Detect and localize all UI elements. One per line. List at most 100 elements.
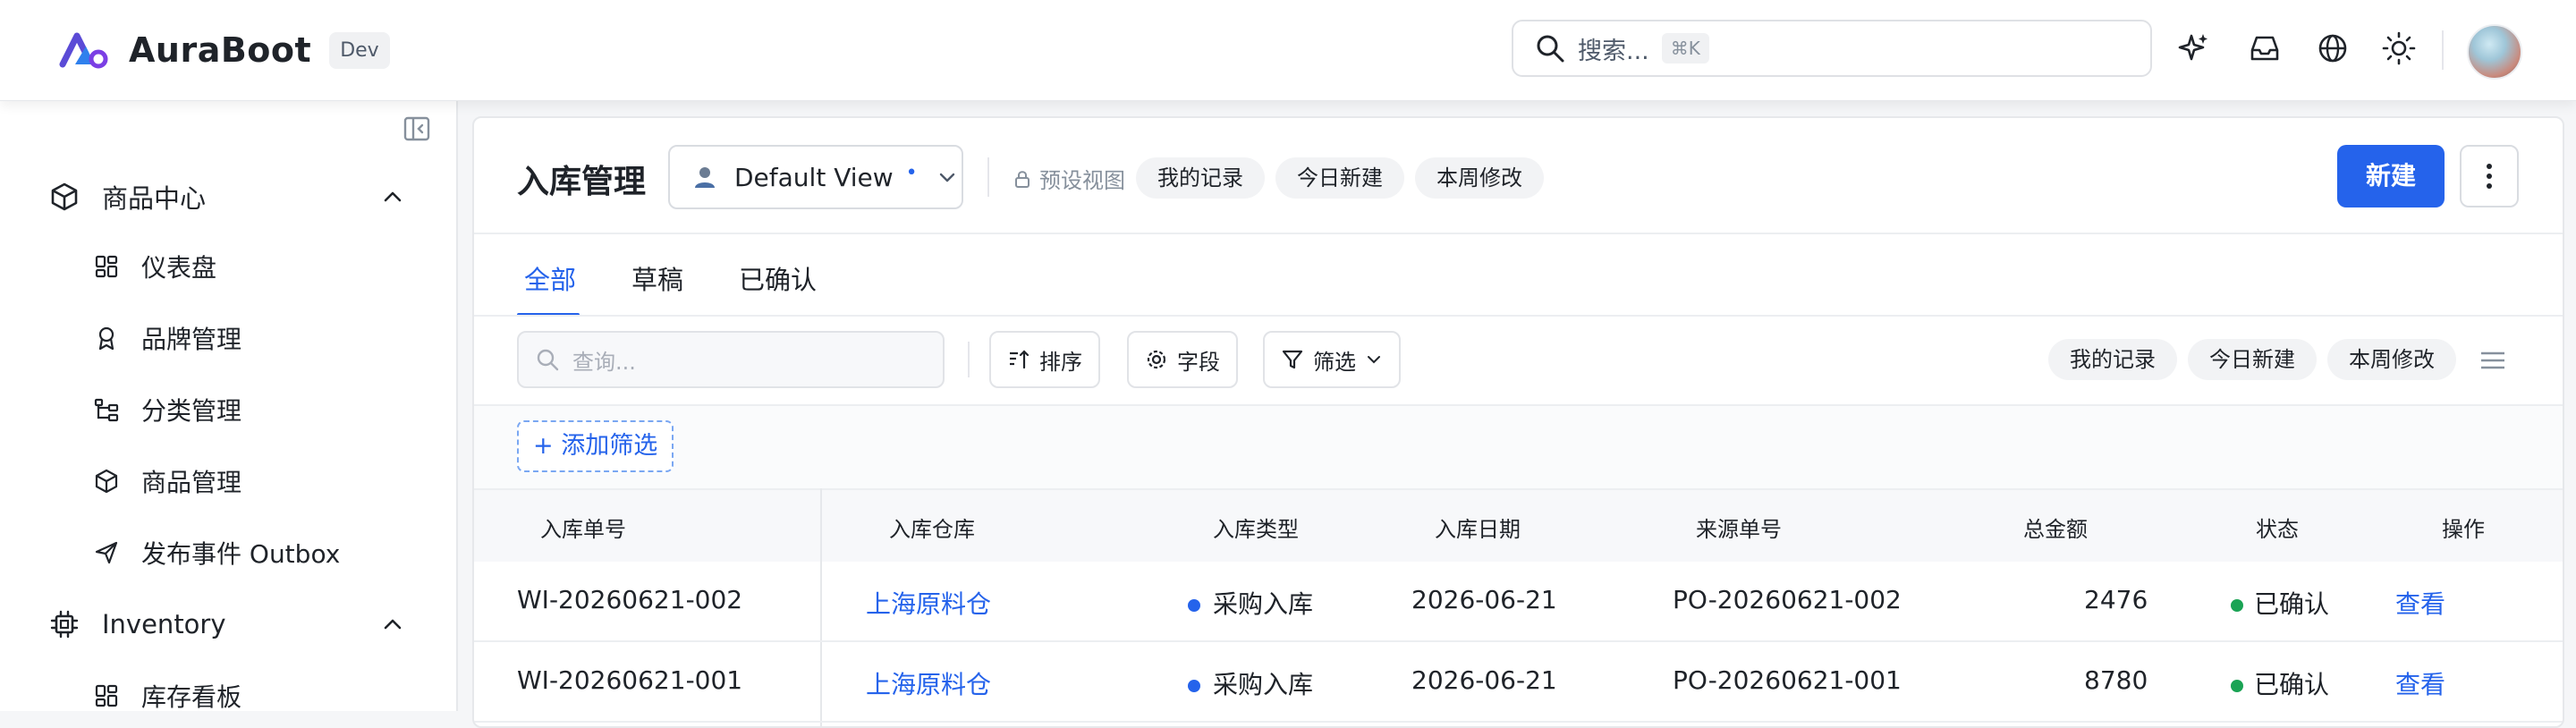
cell-type: 采购入库 xyxy=(1188,665,1313,701)
cube-icon xyxy=(51,182,78,211)
sidebar-item-label: 仪表盘 xyxy=(141,253,217,283)
view-selector-label: Default View xyxy=(734,162,894,192)
header-divider-line xyxy=(474,233,2563,234)
cell-source-no: PO-20260621-001 xyxy=(1673,665,1902,695)
cell-status: 已确认 xyxy=(2231,585,2342,621)
badge-icon xyxy=(98,326,114,351)
column-header[interactable]: 状态 xyxy=(2256,512,2299,543)
cell-warehouse-link[interactable]: 上海原料仓 xyxy=(866,665,991,701)
cell-order-no: WI-20260621-001 xyxy=(517,665,743,695)
cell-date: 2026-06-21 xyxy=(1411,585,1557,614)
sidebar-collapse-icon[interactable] xyxy=(402,114,431,143)
sidebar: 商品中心 仪表盘 品牌管理 分类管理 商品管理 发布事件 Outbox Inve… xyxy=(0,100,458,712)
main-panel: 入库管理 Default View • 预设视图 我的记录 今日新建 本周修改 … xyxy=(472,116,2564,728)
search-icon xyxy=(537,349,559,371)
search-icon xyxy=(1537,35,1564,63)
dashboard-icon xyxy=(95,684,118,707)
preset-views-label: 预设视图 xyxy=(1013,163,1125,194)
global-search-input[interactable]: 搜索... ⌘K xyxy=(1512,20,2152,77)
fields-button[interactable]: 字段 xyxy=(1127,331,1238,388)
chip-icon xyxy=(50,610,79,639)
column-header[interactable]: 操作 xyxy=(2442,512,2485,543)
top-bar: AuraBoot Dev 搜索... ⌘K xyxy=(0,0,2576,101)
toolbar-divider xyxy=(968,342,970,377)
brand[interactable]: AuraBoot Dev xyxy=(59,27,390,73)
cell-status-label: 已确认 xyxy=(2254,589,2330,619)
aura-logo-icon xyxy=(59,32,108,69)
chevron-up-icon[interactable] xyxy=(379,183,406,210)
sidebar-item-label: 分类管理 xyxy=(141,396,242,426)
column-header[interactable]: 入库仓库 xyxy=(889,512,975,543)
tab-confirmed[interactable]: 已确认 xyxy=(739,259,817,297)
tab-draft[interactable]: 草稿 xyxy=(631,259,683,297)
quick-view-week-modified[interactable]: 本周修改 xyxy=(1415,157,1544,199)
column-header[interactable]: 入库单号 xyxy=(540,512,626,543)
cell-order-no: WI-20260621-002 xyxy=(517,585,743,614)
more-vertical-icon xyxy=(2487,164,2492,189)
quick-filter-today-new[interactable]: 今日新建 xyxy=(2188,339,2317,380)
cell-warehouse-link[interactable]: 上海原料仓 xyxy=(866,585,991,621)
add-filter-button[interactable]: + 添加筛选 xyxy=(517,420,674,472)
new-button[interactable]: 新建 xyxy=(2337,145,2445,207)
sidebar-item-product-management[interactable]: 商品管理 xyxy=(93,456,242,506)
sidebar-item-dashboard[interactable]: 仪表盘 xyxy=(93,241,216,292)
query-placeholder: 查询... xyxy=(572,349,636,375)
sort-button[interactable]: 排序 xyxy=(989,331,1100,388)
user-icon xyxy=(695,167,715,188)
filter-button[interactable]: 筛选 xyxy=(1263,331,1401,388)
sidebar-item-label: 库存看板 xyxy=(141,682,242,712)
status-dot xyxy=(2231,599,2243,612)
app-name: AuraBoot xyxy=(129,30,312,70)
chevron-up-icon[interactable] xyxy=(379,611,406,638)
page-title: 入库管理 xyxy=(517,164,647,200)
sort-label: 排序 xyxy=(1039,349,1082,375)
shortcut-badge: ⌘K xyxy=(1661,33,1709,63)
menu-icon[interactable] xyxy=(2479,349,2506,372)
quick-filter-my-records[interactable]: 我的记录 xyxy=(2048,339,2177,380)
view-selector[interactable]: Default View • xyxy=(668,145,963,209)
chevron-down-icon xyxy=(1368,356,1380,364)
sidebar-item-label: 品牌管理 xyxy=(141,325,242,354)
cell-type-label: 采购入库 xyxy=(1213,589,1314,619)
inbox-icon[interactable] xyxy=(2247,30,2283,66)
sparkle-icon[interactable] xyxy=(2175,30,2211,66)
tab-all[interactable]: 全部 xyxy=(524,259,576,297)
cell-source-no: PO-20260621-002 xyxy=(1673,585,1902,614)
search-placeholder: 搜索... xyxy=(1578,37,1649,65)
sidebar-group-label: Inventory xyxy=(102,609,226,639)
sun-icon[interactable] xyxy=(2381,30,2417,66)
tabs-divider-line xyxy=(474,315,2563,317)
view-link[interactable]: 查看 xyxy=(2395,585,2445,621)
globe-icon[interactable] xyxy=(2315,30,2351,66)
filter-icon xyxy=(1282,350,1303,369)
column-header[interactable]: 入库类型 xyxy=(1213,512,1299,543)
sidebar-item-label: 发布事件 Outbox xyxy=(141,539,341,569)
sidebar-item-brand-management[interactable]: 品牌管理 xyxy=(93,313,242,363)
quick-view-today-new[interactable]: 今日新建 xyxy=(1275,157,1404,199)
type-dot xyxy=(1188,599,1200,612)
sidebar-group-inventory[interactable]: Inventory xyxy=(48,597,406,651)
view-modified-dot: • xyxy=(905,161,918,184)
quick-filter-week-modified[interactable]: 本周修改 xyxy=(2327,339,2456,380)
view-link[interactable]: 查看 xyxy=(2395,665,2445,701)
status-dot xyxy=(2231,680,2243,692)
column-header[interactable]: 总金额 xyxy=(2023,512,2088,543)
cube-icon xyxy=(95,469,118,494)
avatar[interactable] xyxy=(2467,24,2522,80)
cell-amount: 8780 xyxy=(2084,665,2148,695)
send-icon xyxy=(95,541,118,564)
sidebar-group-product-center[interactable]: 商品中心 xyxy=(48,170,406,224)
fields-label: 字段 xyxy=(1177,349,1220,375)
sidebar-item-category-management[interactable]: 分类管理 xyxy=(93,385,242,435)
env-badge: Dev xyxy=(329,31,390,69)
query-input[interactable]: 查询... xyxy=(517,331,945,388)
column-header[interactable]: 入库日期 xyxy=(1435,512,1521,543)
more-actions-button[interactable] xyxy=(2460,145,2519,207)
sidebar-item-inventory-board[interactable]: 库存看板 xyxy=(93,671,242,721)
cell-type: 采购入库 xyxy=(1188,585,1313,621)
header-divider xyxy=(2442,30,2444,70)
sidebar-item-outbox[interactable]: 发布事件 Outbox xyxy=(93,528,340,578)
quick-view-my-records[interactable]: 我的记录 xyxy=(1136,157,1265,199)
column-header[interactable]: 来源单号 xyxy=(1696,512,1782,543)
preset-label: 预设视图 xyxy=(1039,168,1125,193)
